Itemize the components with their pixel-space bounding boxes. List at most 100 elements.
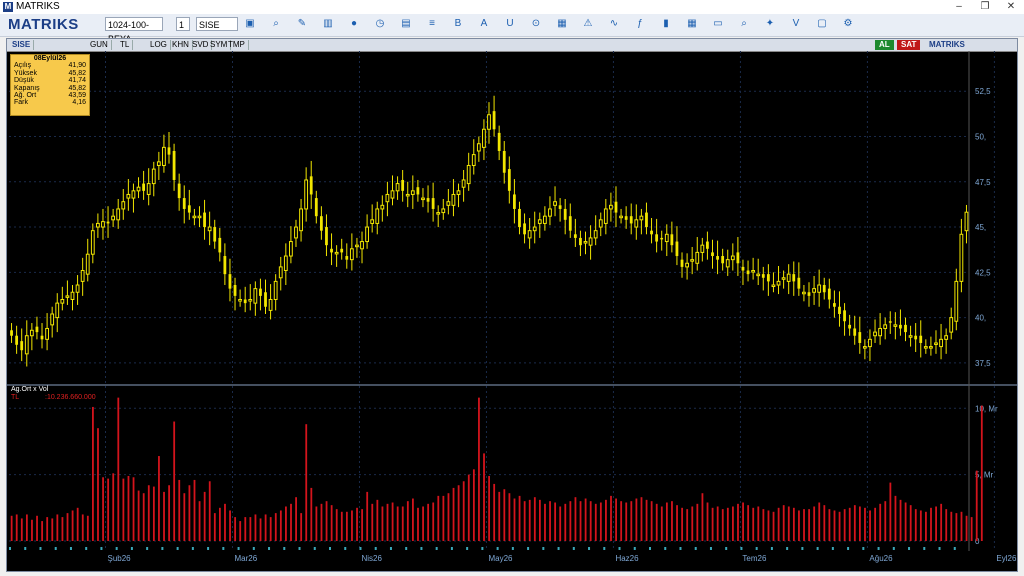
candle-body-down xyxy=(431,198,435,209)
candle-body-up xyxy=(385,193,390,203)
btn-tl[interactable]: TL xyxy=(117,40,134,50)
volume-bar xyxy=(244,517,247,541)
x-axis-tick xyxy=(603,547,606,550)
candle-body-up xyxy=(294,226,298,239)
candle-body-up xyxy=(375,208,380,224)
window-icon[interactable]: ▢ xyxy=(816,18,828,30)
x-axis-tick xyxy=(831,547,834,550)
candle-body-down xyxy=(264,292,267,307)
btn-log[interactable]: LOG xyxy=(147,40,171,50)
candle-body-up xyxy=(725,259,730,268)
info-date: 08Eylül26 xyxy=(33,55,67,62)
volume-bar xyxy=(716,506,719,541)
volume-bar xyxy=(594,503,597,541)
volume-bar xyxy=(513,498,516,541)
settings-icon[interactable]: ⚙ xyxy=(842,18,854,30)
volume-bar xyxy=(833,510,836,541)
draw-icon[interactable]: ✎ xyxy=(296,18,308,30)
volume-bar xyxy=(290,503,292,541)
x-axis-tick xyxy=(100,547,103,550)
candle-body-up xyxy=(50,313,55,326)
volume-bar xyxy=(31,519,33,541)
volume-bar xyxy=(422,506,424,541)
month-label: Tem26 xyxy=(742,554,767,563)
candle-body-down xyxy=(172,150,176,180)
candle-body-up xyxy=(593,230,598,239)
volume-bar xyxy=(274,513,277,541)
underline-icon[interactable]: U xyxy=(504,18,516,30)
info-row-low: Düşük 41,74 xyxy=(11,77,89,84)
volume-bar xyxy=(330,505,333,541)
candle-body-up xyxy=(923,346,928,349)
volume-bar xyxy=(345,511,348,541)
chart-symbol-label[interactable]: SISE xyxy=(9,40,35,50)
x-axis-tick xyxy=(69,547,72,550)
clock-icon[interactable]: ◷ xyxy=(374,18,386,30)
info-label: Yüksek xyxy=(14,69,37,77)
candle-body-down xyxy=(624,216,628,220)
globe-icon[interactable]: ● xyxy=(348,18,360,30)
candle-body-up xyxy=(55,302,60,319)
calendar-icon[interactable]: ▦ xyxy=(686,18,698,30)
btn-tmp[interactable]: TMP xyxy=(225,40,249,50)
candle-body-down xyxy=(507,169,511,191)
volume-bar xyxy=(193,479,196,541)
buy-button[interactable]: AL xyxy=(875,40,894,50)
news-icon[interactable]: ▤ xyxy=(400,18,412,30)
link-icon[interactable]: ⊙ xyxy=(530,18,542,30)
search-icon[interactable]: ⌕ xyxy=(738,18,750,30)
bars-icon[interactable]: ▮ xyxy=(660,18,672,30)
period-select[interactable]: 1 xyxy=(176,17,190,31)
candle-body-up xyxy=(634,219,639,228)
candle-body-down xyxy=(797,277,801,289)
volume-bar xyxy=(356,507,358,541)
candle-body-up xyxy=(756,273,761,277)
candle-body-up xyxy=(253,288,258,304)
video-icon[interactable]: V xyxy=(790,18,802,30)
price-tick-label: 47,5 xyxy=(975,178,991,187)
volume-bar xyxy=(163,491,165,541)
formula-icon[interactable]: ƒ xyxy=(634,18,646,30)
save-icon[interactable]: ▣ xyxy=(244,18,256,30)
bold-icon[interactable]: B xyxy=(452,18,464,30)
candle-body-up xyxy=(136,186,141,192)
alert-icon[interactable]: ⚠ xyxy=(582,18,594,30)
candle-body-down xyxy=(838,306,841,314)
volume-bar xyxy=(472,469,475,541)
candle-body-down xyxy=(340,248,344,253)
volume-bar xyxy=(808,509,810,541)
month-label: Eyl26 xyxy=(996,554,1017,563)
info-row-diff: Fark 4,16 xyxy=(11,99,89,106)
layout-select[interactable]: 1024-100-BEYA xyxy=(105,17,163,44)
portfolio-icon[interactable]: ▦ xyxy=(556,18,568,30)
font-icon[interactable]: A xyxy=(478,18,490,30)
sell-button[interactable]: SAT xyxy=(897,40,921,50)
volume-bar xyxy=(858,506,861,541)
zoom-icon[interactable]: ⌕ xyxy=(270,18,282,30)
candle-body-up xyxy=(131,190,136,199)
month-label: Haz26 xyxy=(615,554,639,563)
restore-button[interactable]: ❐ xyxy=(972,0,998,14)
x-axis-tick xyxy=(191,547,194,550)
print-icon[interactable]: ▭ xyxy=(712,18,724,30)
list-icon[interactable]: ≡ xyxy=(426,18,438,30)
price-volume-chart[interactable]: 37,540,42,545,47,550,52,505, Mr10, MrŞub… xyxy=(7,51,1017,571)
candle-body-up xyxy=(598,219,603,228)
chart-icon[interactable]: ∿ xyxy=(608,18,620,30)
volume-bar xyxy=(493,483,496,541)
chart-type-icon[interactable]: ▥ xyxy=(322,18,334,30)
volume-bar xyxy=(224,503,226,541)
candle-body-up xyxy=(370,219,375,224)
close-button[interactable]: ✕ xyxy=(998,0,1024,14)
twitter-icon[interactable]: ✦ xyxy=(764,18,776,30)
candle-body-up xyxy=(162,146,166,166)
minimize-button[interactable]: – xyxy=(946,0,972,14)
symbol-input[interactable]: SISE xyxy=(196,17,238,31)
x-axis-tick xyxy=(816,547,819,550)
candle-body-down xyxy=(670,234,674,246)
candle-body-up xyxy=(207,226,212,232)
candle-body-down xyxy=(319,216,323,231)
btn-gun[interactable]: GUN xyxy=(87,40,112,50)
volume-bar xyxy=(249,517,252,541)
volume-bar xyxy=(457,485,460,541)
